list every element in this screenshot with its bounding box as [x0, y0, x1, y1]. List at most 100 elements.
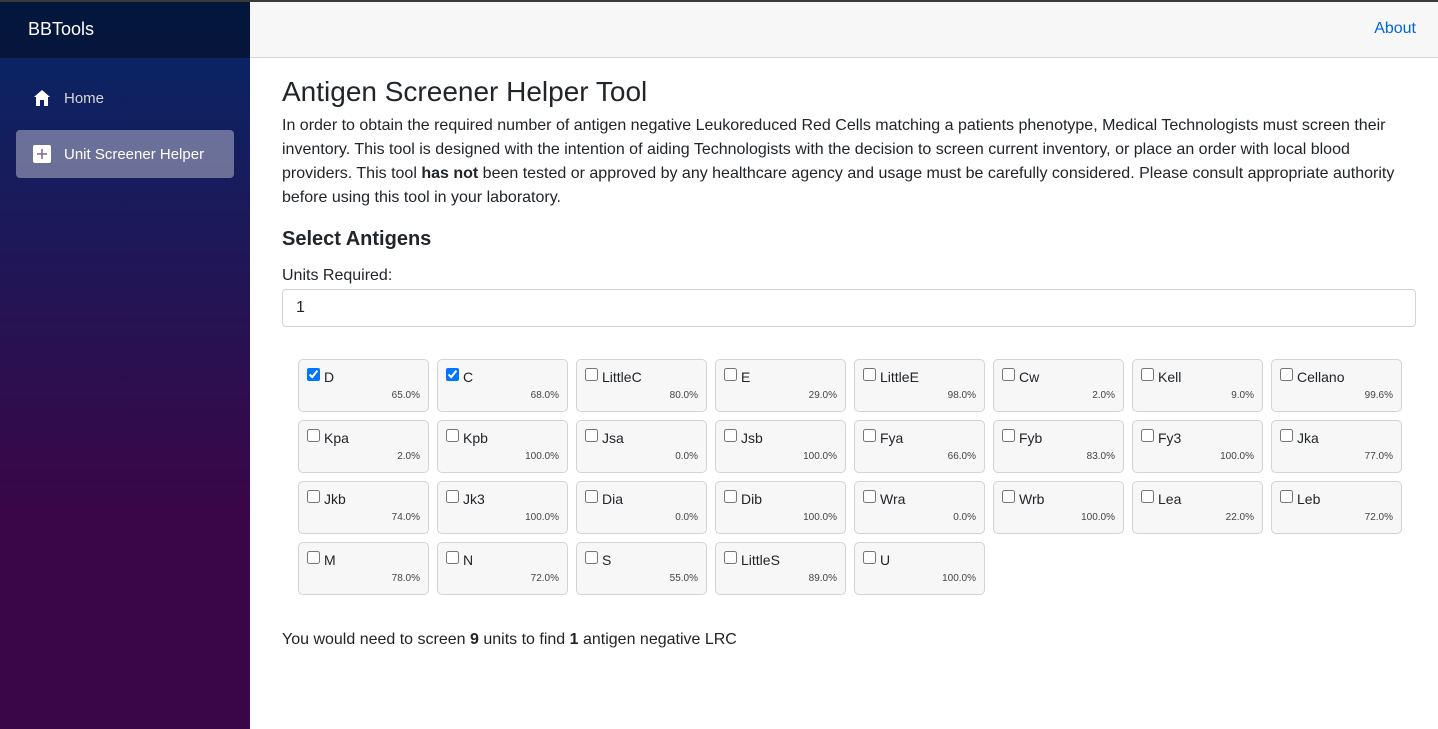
antigen-frequency: 0.0%	[675, 512, 698, 523]
antigen-card[interactable]: Kpa 2.0%	[298, 420, 429, 473]
antigen-name: LittleE	[880, 369, 919, 385]
antigen-card[interactable]: S 55.0%	[576, 542, 707, 595]
antigen-frequency: 0.0%	[675, 451, 698, 462]
plus-icon	[32, 144, 52, 164]
antigen-frequency: 66.0%	[947, 451, 976, 462]
antigen-checkbox[interactable]	[1141, 490, 1154, 503]
antigen-card[interactable]: Wra 0.0%	[854, 481, 985, 534]
antigen-checkbox[interactable]	[863, 551, 876, 564]
brand-bar: BBTools	[0, 0, 250, 58]
section-title: Select Antigens	[282, 228, 432, 250]
antigen-card[interactable]: Fy3 100.0%	[1132, 420, 1263, 473]
antigen-card[interactable]: Jk3 100.0%	[437, 481, 568, 534]
antigen-frequency: 100.0%	[1220, 451, 1254, 462]
antigen-checkbox[interactable]	[307, 490, 320, 503]
antigen-card[interactable]: LittleS 89.0%	[715, 542, 846, 595]
antigen-card[interactable]: Kell 9.0%	[1132, 359, 1263, 412]
result-suffix: antigen negative LRC	[578, 631, 737, 648]
antigen-name: Cellano	[1297, 369, 1345, 385]
antigen-checkbox[interactable]	[724, 551, 737, 564]
antigen-checkbox[interactable]	[585, 490, 598, 503]
antigen-card[interactable]: Jka 77.0%	[1271, 420, 1402, 473]
page-title: Antigen Screener Helper Tool	[282, 76, 648, 107]
antigen-name: N	[463, 552, 474, 568]
antigen-name: Jsa	[602, 430, 624, 446]
antigen-frequency: 22.0%	[1225, 512, 1254, 523]
antigen-name: Leb	[1297, 491, 1321, 507]
antigen-checkbox[interactable]	[1141, 429, 1154, 442]
antigen-name: Jk3	[463, 491, 485, 507]
sidebar-item-home[interactable]: Home	[16, 74, 234, 122]
antigen-frequency: 100.0%	[942, 573, 976, 584]
antigen-checkbox[interactable]	[446, 368, 459, 381]
antigen-card[interactable]: Jsa 0.0%	[576, 420, 707, 473]
antigen-checkbox[interactable]	[1280, 368, 1293, 381]
antigen-checkbox[interactable]	[307, 429, 320, 442]
antigen-card[interactable]: Kpb 100.0%	[437, 420, 568, 473]
antigen-name: Wrb	[1019, 491, 1045, 507]
antigen-card[interactable]: Jkb 74.0%	[298, 481, 429, 534]
antigen-card[interactable]: D 65.0%	[298, 359, 429, 412]
antigen-card[interactable]: Cellano 99.6%	[1271, 359, 1402, 412]
antigen-name: S	[602, 552, 612, 568]
units-required-input[interactable]	[282, 289, 1416, 327]
antigen-name: E	[741, 369, 751, 385]
antigen-frequency: 100.0%	[525, 512, 559, 523]
antigen-name: Kell	[1158, 369, 1182, 385]
antigen-frequency: 99.6%	[1364, 390, 1393, 401]
antigen-name: Cw	[1019, 369, 1040, 385]
antigen-card[interactable]: LittleC 80.0%	[576, 359, 707, 412]
antigen-card[interactable]: Dib 100.0%	[715, 481, 846, 534]
brand-name[interactable]: BBTools	[28, 19, 94, 40]
antigen-card[interactable]: Fyb 83.0%	[993, 420, 1124, 473]
antigen-checkbox[interactable]	[863, 490, 876, 503]
result-text: You would need to screen 9 units to find…	[282, 631, 1416, 649]
antigen-card[interactable]: U 100.0%	[854, 542, 985, 595]
antigen-name: Kpa	[324, 430, 349, 446]
antigen-checkbox[interactable]	[585, 368, 598, 381]
antigen-checkbox[interactable]	[307, 368, 320, 381]
about-link[interactable]: About	[1374, 20, 1416, 38]
antigen-card[interactable]: N 72.0%	[437, 542, 568, 595]
antigen-card[interactable]: LittleE 98.0%	[854, 359, 985, 412]
antigen-name: U	[880, 552, 891, 568]
antigen-checkbox[interactable]	[1002, 368, 1015, 381]
antigen-card[interactable]: Dia 0.0%	[576, 481, 707, 534]
main-content: Antigen Screener Helper Tool In order to…	[282, 58, 1416, 649]
antigen-card[interactable]: M 78.0%	[298, 542, 429, 595]
antigen-checkbox[interactable]	[585, 429, 598, 442]
antigen-checkbox[interactable]	[307, 551, 320, 564]
antigen-checkbox[interactable]	[1280, 429, 1293, 442]
antigen-name: LittleS	[741, 552, 780, 568]
antigen-card[interactable]: Cw 2.0%	[993, 359, 1124, 412]
antigen-card[interactable]: Fya 66.0%	[854, 420, 985, 473]
result-middle: units to find	[478, 631, 570, 648]
intro-emphasis: has not	[421, 165, 479, 182]
antigen-checkbox[interactable]	[446, 490, 459, 503]
antigen-checkbox[interactable]	[1141, 368, 1154, 381]
sidebar-item-unit-screener-helper[interactable]: Unit Screener Helper	[16, 130, 234, 178]
antigen-checkbox[interactable]	[1002, 429, 1015, 442]
antigen-card[interactable]: Leb 72.0%	[1271, 481, 1402, 534]
antigen-checkbox[interactable]	[1002, 490, 1015, 503]
antigen-name: Kpb	[463, 430, 488, 446]
antigen-name: C	[463, 369, 474, 385]
antigen-frequency: 100.0%	[803, 512, 837, 523]
antigen-frequency: 65.0%	[391, 390, 420, 401]
antigen-card[interactable]: Wrb 100.0%	[993, 481, 1124, 534]
antigen-card[interactable]: Lea 22.0%	[1132, 481, 1263, 534]
antigen-card[interactable]: E 29.0%	[715, 359, 846, 412]
antigen-checkbox[interactable]	[446, 551, 459, 564]
antigen-checkbox[interactable]	[446, 429, 459, 442]
antigen-checkbox[interactable]	[724, 429, 737, 442]
antigen-checkbox[interactable]	[1280, 490, 1293, 503]
antigen-card[interactable]: C 68.0%	[437, 359, 568, 412]
antigen-checkbox[interactable]	[585, 551, 598, 564]
antigen-checkbox[interactable]	[863, 429, 876, 442]
antigen-checkbox[interactable]	[724, 368, 737, 381]
antigen-frequency: 83.0%	[1086, 451, 1115, 462]
sidebar: BBTools Home Unit Screener Helper	[0, 0, 250, 729]
antigen-checkbox[interactable]	[724, 490, 737, 503]
antigen-checkbox[interactable]	[863, 368, 876, 381]
antigen-card[interactable]: Jsb 100.0%	[715, 420, 846, 473]
